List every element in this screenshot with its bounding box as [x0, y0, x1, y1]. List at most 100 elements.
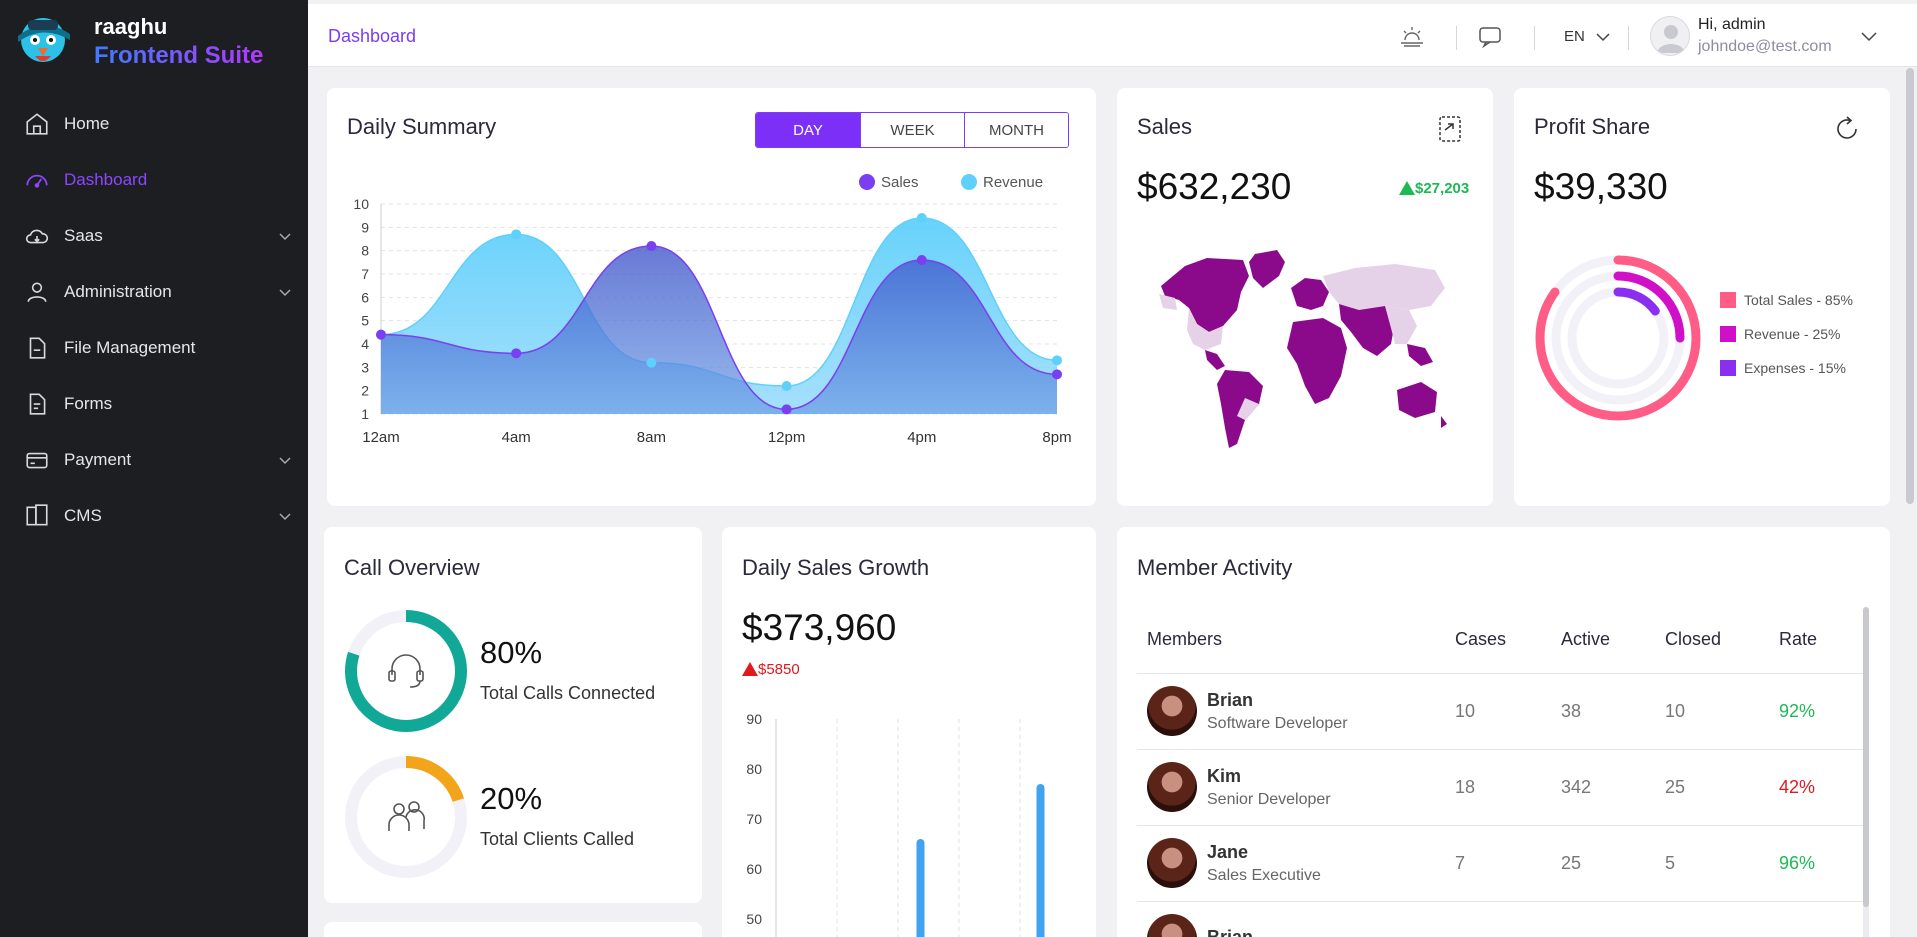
- member-info: Jane Sales Executive: [1147, 838, 1455, 888]
- call-overview-card: Call Overview 80% Total Calls Connected …: [324, 527, 702, 903]
- chevron-down-icon: [279, 233, 291, 241]
- member-text: Brian Software Developer: [1207, 690, 1348, 733]
- sidebar-item-administration[interactable]: Administration: [0, 264, 308, 320]
- legend-item: Revenue - 25%: [1720, 326, 1841, 342]
- sidebar-item-label: File Management: [64, 338, 196, 357]
- top-header: Dashboard EN Hi, admin johndoe@test.com: [308, 4, 1917, 67]
- bar: [1036, 784, 1045, 937]
- y-tick-label: 50: [746, 911, 762, 927]
- y-tick-label: 10: [353, 196, 369, 212]
- legend-swatch: [1720, 360, 1736, 376]
- rate-cell: 92%: [1779, 673, 1867, 750]
- sidebar-item-dashboard[interactable]: Dashboard: [0, 152, 308, 208]
- y-tick-label: 2: [361, 383, 369, 399]
- sidebar-item-saas[interactable]: Saas: [0, 208, 308, 264]
- bar: [916, 839, 925, 937]
- breadcrumb[interactable]: Dashboard: [328, 26, 416, 47]
- chat-icon[interactable]: [1476, 22, 1504, 50]
- x-tick-label: 12am: [362, 429, 400, 446]
- map-africa: [1287, 318, 1347, 404]
- member-info: Kim Senior Developer: [1147, 762, 1455, 812]
- column-header-active[interactable]: Active: [1561, 607, 1665, 674]
- member-cell: Jane Sales Executive: [1137, 825, 1455, 902]
- x-tick-label: 8pm: [1042, 429, 1071, 446]
- member-name: Brian: [1207, 689, 1254, 710]
- scrollbar-thumb[interactable]: [1863, 607, 1869, 907]
- user-menu-chevron-icon[interactable]: [1860, 30, 1878, 42]
- y-tick-label: 80: [746, 761, 762, 777]
- sidebar-item-label: Administration: [64, 282, 172, 301]
- rate-cell: 96%: [1779, 825, 1867, 902]
- chevron-down-icon: [1596, 33, 1610, 42]
- table-row[interactable]: Jane Sales Executive 7 25 5 96%: [1137, 825, 1867, 902]
- column-header-members[interactable]: Members: [1137, 607, 1455, 674]
- tab-day[interactable]: DAY: [756, 113, 860, 147]
- cloud-icon: [25, 229, 49, 244]
- user-avatar-icon: [1657, 25, 1685, 53]
- refresh-icon[interactable]: [1832, 114, 1862, 144]
- export-icon[interactable]: [1435, 114, 1465, 144]
- table-row[interactable]: Brian: [1137, 901, 1867, 937]
- y-tick-label: 5: [361, 313, 369, 329]
- chevron-down-icon: [279, 513, 291, 521]
- data-point-revenue: [646, 357, 657, 368]
- home-icon: [26, 113, 48, 135]
- header-divider: [1628, 26, 1629, 50]
- member-avatar: [1147, 762, 1197, 812]
- active-cell: 25: [1561, 825, 1665, 902]
- daily-sales-growth-value: $373,960: [742, 607, 897, 648]
- closed-cell: [1665, 901, 1779, 937]
- triangle-up-icon: [1399, 181, 1415, 195]
- user-icon: [27, 282, 47, 303]
- cms-icon: [26, 504, 48, 526]
- sidebar-nav: Home Dashboard Saas Administration File …: [0, 96, 308, 544]
- member-text: Jane Sales Executive: [1207, 842, 1321, 885]
- data-point-sales: [1052, 369, 1062, 380]
- sidebar: raaghu Frontend Suite Home Dashboard Saa…: [0, 0, 308, 937]
- y-tick-label: 6: [361, 289, 369, 305]
- card-icon: [26, 452, 48, 469]
- clients-called-donut: [345, 756, 467, 878]
- sales-delta: $27,203: [1399, 180, 1469, 197]
- member-avatar: [1147, 686, 1197, 736]
- column-header-cases[interactable]: Cases: [1455, 607, 1561, 674]
- active-cell: 38: [1561, 673, 1665, 750]
- sidebar-item-label: Payment: [64, 450, 132, 469]
- member-table-body: Brian Software Developer 10 38 10 92% Kim Senio…: [1137, 673, 1867, 937]
- map-north-america: [1159, 250, 1285, 370]
- language-select[interactable]: EN: [1564, 28, 1611, 45]
- member-activity-title: Member Activity: [1137, 555, 1293, 580]
- y-tick-label: 70: [746, 811, 762, 827]
- member-info: Brian: [1147, 914, 1455, 937]
- sidebar-item-file-management[interactable]: File Management: [0, 320, 308, 376]
- clients-called-label: Total Clients Called: [480, 829, 635, 849]
- theme-toggle-icon[interactable]: [1398, 22, 1426, 50]
- member-table: Members Cases Active Closed Rate Brian So…: [1137, 607, 1867, 937]
- table-row[interactable]: Kim Senior Developer 18 342 25 42%: [1137, 749, 1867, 826]
- tab-month[interactable]: MONTH: [964, 113, 1068, 147]
- sidebar-item-payment[interactable]: Payment: [0, 432, 308, 488]
- column-header-closed[interactable]: Closed: [1665, 607, 1779, 674]
- member-name: Jane: [1207, 841, 1249, 862]
- brand[interactable]: raaghu Frontend Suite: [8, 6, 298, 69]
- sidebar-item-forms[interactable]: Forms: [0, 376, 308, 432]
- table-row[interactable]: Brian Software Developer 10 38 10 92%: [1137, 673, 1867, 750]
- sidebar-item-home[interactable]: Home: [0, 96, 308, 152]
- sidebar-item-label: Forms: [64, 394, 113, 413]
- sidebar-item-cms[interactable]: CMS: [0, 488, 308, 544]
- page-scrollbar[interactable]: [1906, 68, 1914, 504]
- avatar[interactable]: [1650, 16, 1690, 56]
- scrollbar-track[interactable]: [1863, 607, 1869, 937]
- header-divider: [1456, 26, 1457, 50]
- member-avatar: [1147, 914, 1197, 937]
- daily-sales-growth-delta: $5850: [742, 661, 800, 678]
- x-tick-label: 8am: [637, 429, 666, 446]
- user-greeting: Hi, admin: [1698, 16, 1766, 33]
- member-text: Kim Senior Developer: [1207, 766, 1331, 809]
- column-header-rate[interactable]: Rate: [1779, 607, 1867, 674]
- tab-week[interactable]: WEEK: [860, 113, 964, 147]
- logo-mascot-icon: [18, 18, 70, 62]
- legend-marker: [859, 174, 875, 190]
- triangle-up-icon: [742, 662, 758, 676]
- legend-label: Sales: [881, 174, 919, 191]
